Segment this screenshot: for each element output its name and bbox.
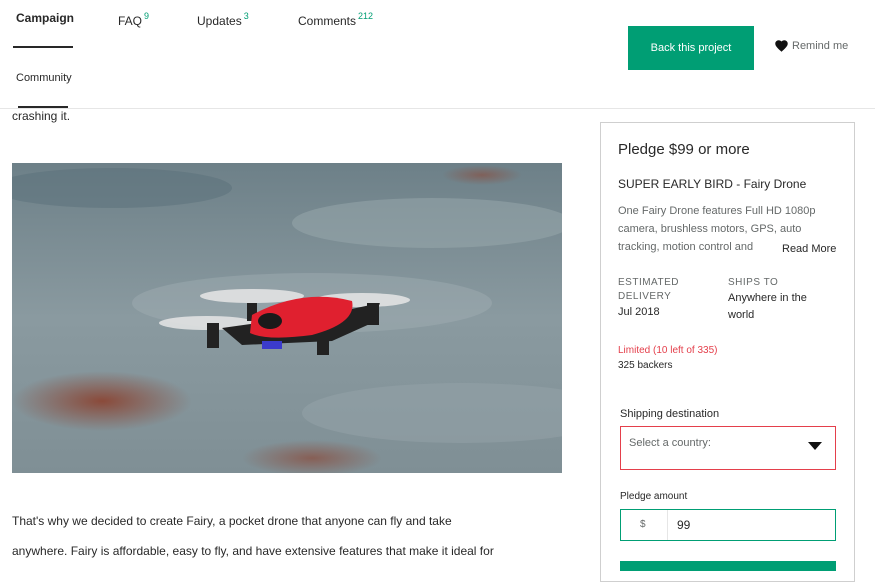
tab-updates-count: 3 [243, 11, 249, 21]
remind-me-button[interactable]: Remind me [775, 40, 848, 52]
tab-campaign[interactable]: Campaign [16, 11, 74, 25]
story-line-1: That's why we decided to create Fairy, a… [12, 514, 452, 528]
reward-name: SUPER EARLY BIRD - Fairy Drone [618, 177, 807, 191]
estimated-label-2: DELIVERY [618, 291, 672, 302]
ships-to-label: SHIPS TO [728, 277, 779, 288]
drone-photo [12, 163, 562, 473]
read-more-link[interactable]: Read More [782, 243, 836, 255]
tab-community[interactable]: Community [16, 72, 72, 84]
tab-faq-count: 9 [144, 11, 150, 21]
reward-desc-1: One Fairy Drone features Full HD 1080p [618, 205, 816, 217]
tab-updates[interactable]: Updates 3 [197, 11, 249, 28]
backers-count: 325 backers [618, 360, 673, 371]
reward-desc-3: tracking, motion control and [618, 241, 754, 253]
tab-faq[interactable]: FAQ 9 [118, 11, 149, 28]
limited-text: Limited (10 left of 335) [618, 345, 718, 356]
estimated-value: Jul 2018 [618, 306, 660, 318]
heart-icon [775, 40, 788, 52]
currency-symbol: $ [640, 519, 646, 530]
tab-updates-label: Updates [197, 14, 242, 28]
story-line-2: anywhere. Fairy is affordable, easy to f… [12, 544, 494, 558]
remind-me-label: Remind me [792, 40, 849, 52]
tab-comments-count: 212 [358, 11, 374, 21]
tab-campaign-underline [13, 46, 73, 48]
drone-photo-graphic [12, 163, 562, 473]
pledge-title: Pledge $99 or more [618, 141, 750, 158]
reward-desc-2: camera, brushless motors, GPS, auto [618, 223, 802, 235]
pledge-amount-input[interactable]: 99 [677, 518, 690, 532]
ships-to-value-1: Anywhere in the [728, 292, 807, 304]
ships-to-value-2: world [728, 309, 755, 321]
continue-button[interactable] [620, 561, 836, 571]
back-project-button[interactable]: Back this project [628, 26, 754, 70]
story-line-crashing: crashing it. [12, 109, 71, 123]
estimated-label-1: ESTIMATED [618, 277, 679, 288]
currency-divider [667, 510, 668, 540]
chevron-down-icon [808, 442, 822, 450]
tab-faq-label: FAQ [118, 14, 143, 28]
pledge-amount-label: Pledge amount [620, 491, 688, 502]
pledge-amount-field[interactable]: $ 99 [620, 509, 836, 541]
shipping-destination-label: Shipping destination [620, 408, 720, 420]
country-select-placeholder: Select a country: [629, 437, 711, 449]
tab-comments[interactable]: Comments 212 [298, 11, 373, 28]
country-select[interactable]: Select a country: [620, 426, 836, 470]
reward-card[interactable]: Pledge $99 or more SUPER EARLY BIRD - Fa… [600, 122, 855, 582]
tab-campaign-label: Campaign [16, 11, 75, 25]
header-divider [0, 108, 875, 109]
tab-community-label: Community [16, 72, 72, 84]
tab-comments-label: Comments [298, 14, 357, 28]
